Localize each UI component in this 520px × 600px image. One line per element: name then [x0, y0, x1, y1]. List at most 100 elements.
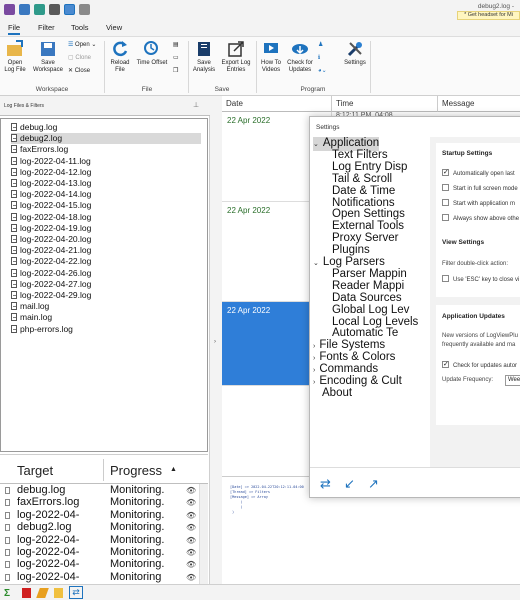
eye-icon[interactable]: 👁 — [186, 497, 196, 509]
eye-icon[interactable]: 👁 — [186, 485, 196, 497]
col-time[interactable]: Time — [332, 96, 438, 112]
chevron-right-icon[interactable]: › — [313, 379, 315, 386]
update-frequency-select[interactable]: Weekly — [505, 375, 520, 386]
tab-tools[interactable]: Tools — [71, 23, 89, 32]
settings-tree-item[interactable]: External Tools — [332, 220, 404, 232]
file-list-icon[interactable]: ▤ — [173, 40, 179, 51]
settings-tree-item[interactable]: Log Entry Disp — [332, 161, 407, 173]
eye-icon[interactable]: 👁 — [186, 522, 196, 534]
settings-tree-item[interactable]: Automatic Te — [332, 327, 398, 339]
progress-scrollbar[interactable] — [199, 484, 208, 584]
eye-icon[interactable]: 👁 — [186, 510, 196, 522]
eye-icon[interactable]: 👁 — [186, 535, 196, 547]
settings-tree-item[interactable]: Reader Mappi — [332, 280, 404, 292]
settings-tree-item[interactable]: Parser Mappin — [332, 268, 407, 280]
progress-row[interactable]: log-2022-04- Monitoring. 👁 — [0, 559, 200, 571]
progress-row[interactable]: log-2022-04- Monitoring. 👁 — [0, 535, 200, 547]
expand-arrow-icon[interactable]: › — [214, 339, 216, 345]
settings-tree-item[interactable]: Open Settings — [332, 208, 405, 220]
swap-icon[interactable]: ⇄ — [69, 586, 83, 599]
file-list-item[interactable]: log-2022-04-22.log — [11, 256, 201, 267]
view-icon[interactable] — [64, 4, 75, 15]
progress-row[interactable]: faxErrors.log Monitoring. 👁 — [0, 497, 200, 509]
file-list-item[interactable]: debug.log — [11, 122, 201, 133]
file-list-item[interactable]: debug2.log — [11, 133, 201, 144]
settings-tree-category[interactable]: About — [322, 387, 352, 399]
tab-filter[interactable]: Filter — [38, 23, 55, 32]
chevron-down-icon[interactable]: ⌄ — [313, 141, 319, 148]
file-list-item[interactable]: main.log — [11, 312, 201, 323]
auto-update-checkbox[interactable]: Check for updates autor — [442, 360, 517, 369]
how-to-videos-button[interactable]: How To Videos — [259, 40, 283, 74]
progress-row[interactable]: debug2.log Monitoring. 👁 — [0, 522, 200, 534]
settings-tree-item[interactable]: Proxy Server — [332, 232, 398, 244]
file-list-item[interactable]: mail.log — [11, 301, 201, 312]
palette-icon[interactable]: ◕⌄ — [318, 66, 327, 77]
file-list-item[interactable]: log-2022-04-29.log — [11, 290, 201, 301]
settings-tree[interactable]: ⌄ Application Text Filters Log Entry Disp Ta… — [310, 137, 428, 467]
file-list-item[interactable]: log-2022-04-15.log — [11, 200, 201, 211]
highlighter-icon[interactable] — [36, 588, 49, 598]
sum-icon[interactable]: Σ — [4, 588, 13, 599]
col-date[interactable]: Date — [222, 96, 332, 112]
settings-gear-icon[interactable] — [49, 4, 60, 15]
settings-tree-item[interactable]: Tail & Scroll — [332, 173, 392, 185]
pin-icon[interactable]: ⊥ — [193, 101, 199, 109]
app-logo-icon[interactable] — [4, 4, 15, 15]
eye-icon[interactable]: 👁 — [186, 547, 196, 559]
progress-row[interactable]: log-2022-04- Monitoring. 👁 — [0, 510, 200, 522]
tab-file[interactable]: File — [8, 23, 21, 35]
settings-tree-item[interactable]: Notifications — [332, 197, 395, 209]
auto-open-last-checkbox[interactable]: Automatically open last — [442, 168, 515, 177]
settings-tree-item[interactable]: Plugins — [332, 244, 370, 256]
file-list-item[interactable]: php-errors.log — [11, 324, 201, 335]
progress-row[interactable]: debug.log Monitoring. 👁 — [0, 485, 200, 497]
arrow-out-icon[interactable]: ↗ — [368, 476, 379, 492]
settings-tree-item[interactable]: Local Log Levels — [332, 316, 418, 328]
settings-button[interactable]: Settings — [342, 40, 368, 67]
info-icon[interactable]: ℹ — [318, 53, 320, 64]
copy-icon[interactable]: ❐ — [173, 66, 178, 77]
chevron-down-icon[interactable]: ⌄ — [313, 260, 319, 267]
headset-notice[interactable]: * Get headset for Mi — [457, 11, 520, 20]
chevron-right-icon[interactable]: › — [313, 367, 315, 374]
file-list-item[interactable]: log-2022-04-21.log — [11, 245, 201, 256]
swap-icon[interactable]: ⇄ — [320, 476, 331, 492]
always-on-top-checkbox[interactable]: Always show above othe — [442, 214, 519, 222]
start-minimized-checkbox[interactable]: Start with application m — [442, 199, 515, 207]
file-list-item[interactable]: log-2022-04-18.log — [11, 212, 201, 223]
eye-icon[interactable]: 👁 — [186, 572, 196, 584]
tab-view[interactable]: View — [106, 23, 122, 32]
layers-icon[interactable] — [34, 4, 45, 15]
chevron-right-icon[interactable]: › — [313, 355, 315, 362]
reload-file-button[interactable]: Reload File — [108, 40, 132, 74]
file-list-item[interactable]: log-2022-04-27.log — [11, 279, 201, 290]
file-list-item[interactable]: log-2022-04-14.log — [11, 189, 201, 200]
file-list-item[interactable]: log-2022-04-20.log — [11, 234, 201, 245]
check-updates-button[interactable]: Check for Updates — [285, 40, 315, 74]
folder-icon[interactable]: ▭ — [173, 53, 179, 64]
progress-row[interactable]: log-2022-04- Monitoring. 👁 — [0, 547, 200, 559]
close-button[interactable]: ✕ Close — [68, 66, 90, 77]
save-workspace-button[interactable]: Save Workspace — [31, 40, 65, 74]
user-icon[interactable]: ♟ — [318, 40, 323, 51]
file-list-item[interactable]: log-2022-04-13.log — [11, 178, 201, 189]
save-icon[interactable] — [19, 4, 30, 15]
settings-tree-item[interactable]: Global Log Lev — [332, 304, 409, 316]
open-button[interactable]: ☰ Open ⌄ — [68, 40, 96, 51]
time-offset-button[interactable]: Time Offset — [134, 40, 170, 67]
chevron-right-icon[interactable]: › — [313, 343, 315, 350]
save-analysis-button[interactable]: Save Analysis — [191, 40, 217, 74]
clone-button[interactable]: ▢ Clone — [68, 53, 91, 64]
progress-row[interactable]: log-2022-04- Monitoring 👁 — [0, 572, 200, 584]
eye-icon[interactable]: 👁 — [186, 559, 196, 571]
export-entries-button[interactable]: Export Log Entries — [219, 40, 253, 74]
file-list-item[interactable]: faxErrors.log — [11, 144, 201, 155]
file-list[interactable]: debug.log debug2.log faxErrors.log log-2022… — [0, 118, 208, 452]
settings-tree-item[interactable]: Data Sources — [332, 292, 402, 304]
file-list-item[interactable]: log-2022-04-19.log — [11, 223, 201, 234]
file-list-item[interactable]: log-2022-04-11.log — [11, 156, 201, 167]
notes-icon[interactable] — [54, 588, 63, 598]
arrow-in-icon[interactable]: ↙ — [344, 476, 355, 492]
file-list-item[interactable]: log-2022-04-26.log — [11, 268, 201, 279]
